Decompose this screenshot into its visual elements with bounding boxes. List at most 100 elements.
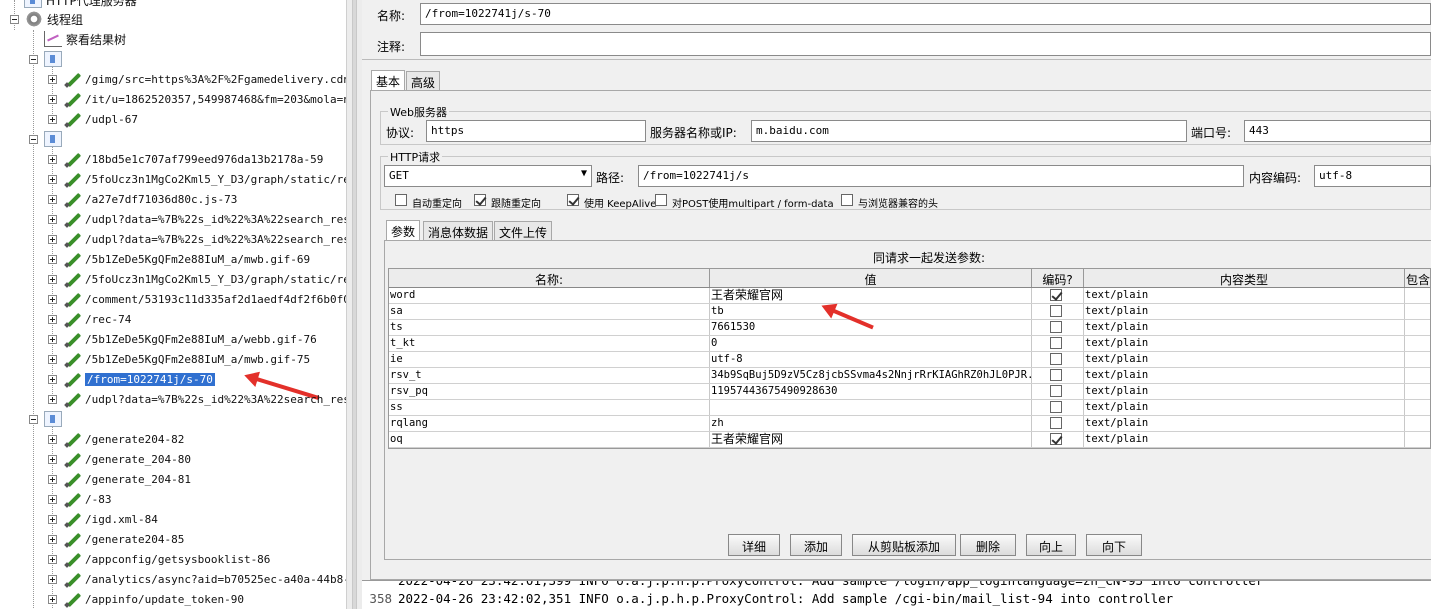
table-row[interactable]: rqlang zh text/plain (389, 416, 1430, 432)
tab-file-upload[interactable]: 文件上传 (494, 221, 553, 241)
tree-node-sample[interactable]: /appconfig/getsysbooklist-86 (48, 549, 270, 569)
expand-icon[interactable] (48, 434, 57, 444)
port-field[interactable]: 443 (1244, 120, 1431, 142)
tree-node-thread-group[interactable]: 线程组 (10, 9, 83, 29)
table-row[interactable]: ie utf-8 text/plain (389, 352, 1430, 368)
option-checkbox[interactable] (841, 194, 853, 206)
content-type-cell[interactable]: text/plain (1084, 320, 1405, 335)
expand-icon[interactable] (48, 194, 57, 204)
tree-node-controller-2[interactable] (29, 129, 66, 149)
expand-icon[interactable] (48, 574, 57, 584)
expand-icon[interactable] (48, 114, 57, 124)
include-cell[interactable] (1405, 288, 1431, 303)
param-name-cell[interactable]: t_kt (389, 336, 710, 351)
expand-icon[interactable] (48, 314, 57, 324)
column-header[interactable]: 值 (710, 269, 1032, 287)
param-name-cell[interactable]: oq (389, 432, 710, 447)
encode-cell[interactable] (1032, 320, 1084, 335)
option-checkbox[interactable] (567, 194, 579, 206)
content-type-cell[interactable]: text/plain (1084, 432, 1405, 447)
expand-icon[interactable] (48, 534, 57, 544)
encode-cell[interactable] (1032, 288, 1084, 303)
tree-node-controller-1[interactable] (29, 49, 66, 69)
tab-advanced[interactable]: 高级 (406, 71, 441, 91)
content-type-cell[interactable]: text/plain (1084, 384, 1405, 399)
tree-node-controller-3[interactable] (29, 409, 66, 429)
param-action-button[interactable]: 详细 (728, 534, 780, 556)
table-row[interactable]: sa tb text/plain (389, 304, 1430, 320)
expand-icon[interactable] (48, 494, 57, 504)
column-header[interactable]: 名称: (389, 269, 710, 287)
table-row[interactable]: oq 王者荣耀官网 text/plain (389, 432, 1430, 448)
expand-icon[interactable] (48, 214, 57, 224)
column-header[interactable]: 包含 (1405, 269, 1431, 287)
encode-cell[interactable] (1032, 432, 1084, 447)
comment-field[interactable] (420, 32, 1431, 56)
expand-icon[interactable] (48, 234, 57, 244)
include-cell[interactable] (1405, 400, 1431, 415)
tree-node-sample[interactable]: /generate204-85 (48, 529, 184, 549)
param-name-cell[interactable]: sa (389, 304, 710, 319)
split-pane-divider[interactable] (346, 0, 362, 609)
include-cell[interactable] (1405, 320, 1431, 335)
tree-node-sample[interactable]: /from=1022741j/s-70 (48, 369, 215, 389)
collapse-icon[interactable] (29, 54, 38, 64)
encode-cell[interactable] (1032, 352, 1084, 367)
column-header[interactable]: 内容类型 (1084, 269, 1405, 287)
include-cell[interactable] (1405, 432, 1431, 447)
tree-node-sample[interactable]: /generate204-82 (48, 429, 184, 449)
table-row[interactable]: ss text/plain (389, 400, 1430, 416)
tree-node-sample[interactable]: /analytics/async?aid=b70525ec-a40a-44b8-… (48, 569, 346, 589)
tree-node-sample[interactable]: /a27e7df71036d80c.js-73 (48, 189, 237, 209)
tree-node-sample[interactable]: /generate_204-81 (48, 469, 191, 489)
param-action-button[interactable]: 删除 (960, 534, 1016, 556)
expand-icon[interactable] (48, 394, 57, 404)
tree-node-result-tree[interactable]: 察看结果树 (44, 29, 126, 49)
option-checkbox[interactable] (655, 194, 667, 206)
path-field[interactable]: /from=1022741j/s (638, 165, 1244, 187)
expand-icon[interactable] (48, 254, 57, 264)
tree-node-sample[interactable]: /5foUcz3n1MgCo2Kml5_Y_D3/graph/static/re… (48, 269, 346, 289)
tree-node-sample[interactable]: /generate_204-80 (48, 449, 191, 469)
expand-icon[interactable] (48, 594, 57, 604)
include-cell[interactable] (1405, 368, 1431, 383)
expand-icon[interactable] (48, 174, 57, 184)
tab-basic[interactable]: 基本 (371, 70, 406, 90)
encode-cell[interactable] (1032, 384, 1084, 399)
param-name-cell[interactable]: rsv_pq (389, 384, 710, 399)
encode-cell[interactable] (1032, 368, 1084, 383)
param-value-cell[interactable]: 王者荣耀官网 (710, 288, 1032, 303)
table-row[interactable]: rsv_pq 11957443675490928630 text/plain (389, 384, 1430, 400)
content-type-cell[interactable]: text/plain (1084, 352, 1405, 367)
param-value-cell[interactable]: zh (710, 416, 1032, 431)
encode-checkbox[interactable] (1050, 417, 1062, 429)
collapse-icon[interactable] (10, 14, 19, 24)
content-type-cell[interactable]: text/plain (1084, 304, 1405, 319)
content-type-cell[interactable]: text/plain (1084, 416, 1405, 431)
param-value-cell[interactable]: 11957443675490928630 (710, 384, 1032, 399)
param-value-cell[interactable]: 0 (710, 336, 1032, 351)
encode-checkbox[interactable] (1050, 353, 1062, 365)
tree-node-sample[interactable]: /comment/53193c11d335af2d1aedf4df2f6b0f0… (48, 289, 346, 309)
collapse-icon[interactable] (29, 134, 38, 144)
include-cell[interactable] (1405, 352, 1431, 367)
encoding-field[interactable]: utf-8 (1314, 165, 1431, 187)
expand-icon[interactable] (48, 554, 57, 564)
encode-cell[interactable] (1032, 336, 1084, 351)
tree-node-sample[interactable]: /5b1ZeDe5KgQFm2e88IuM_a/mwb.gif-75 (48, 349, 310, 369)
tree-node-sample[interactable]: /18bd5e1c707af799eed976da13b2178a-59 (48, 149, 323, 169)
param-value-cell[interactable]: utf-8 (710, 352, 1032, 367)
column-header[interactable]: 编码? (1032, 269, 1084, 287)
tree-node-sample[interactable]: /appinfo/update_token-90 (48, 589, 244, 609)
param-name-cell[interactable]: ts (389, 320, 710, 335)
content-type-cell[interactable]: text/plain (1084, 368, 1405, 383)
tree-node-sample[interactable]: /udpl?data=%7B%22s_id%22%3A%22search_res… (48, 229, 346, 249)
tab-body-data[interactable]: 消息体数据 (423, 221, 494, 241)
tree-node-sample[interactable]: /udpl?data=%7B%22s_id%22%3A%22search_res… (48, 209, 346, 229)
table-row[interactable]: ts 7661530 text/plain (389, 320, 1430, 336)
table-row[interactable]: rsv_t 34b9SqBuj5D9zV5Cz8jcbSSvma4s2NnjrRr… (389, 368, 1430, 384)
include-cell[interactable] (1405, 384, 1431, 399)
param-value-cell[interactable]: 34b9SqBuj5D9zV5Cz8jcbSSvma4s2NnjrRrKIAGh… (710, 368, 1032, 383)
param-action-button[interactable]: 向下 (1086, 534, 1142, 556)
name-field[interactable]: /from=1022741j/s-70 (420, 3, 1431, 25)
